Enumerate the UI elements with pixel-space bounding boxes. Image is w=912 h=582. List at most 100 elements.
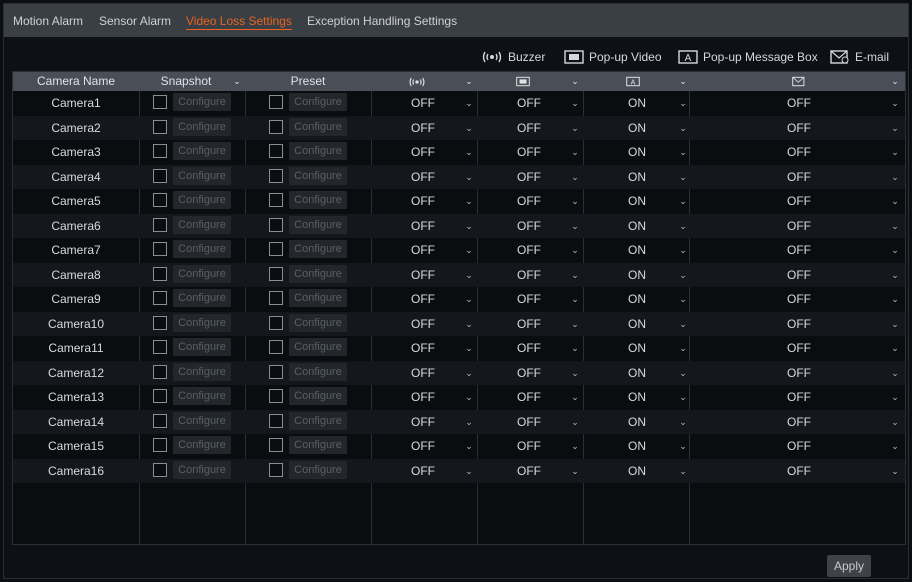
popup-message-header-dropdown-icon[interactable]: ⌄ — [677, 72, 689, 91]
snapshot-checkbox[interactable] — [153, 266, 167, 281]
chevron-down-icon[interactable]: ⌄ — [677, 434, 689, 458]
buzzer-select[interactable]: OFF — [403, 140, 443, 164]
snapshot-configure-button[interactable]: Configure — [173, 215, 231, 234]
chevron-down-icon[interactable]: ⌄ — [569, 263, 581, 287]
preset-configure-button[interactable]: Configure — [289, 117, 347, 136]
chevron-down-icon[interactable]: ⌄ — [889, 312, 901, 336]
snapshot-checkbox[interactable] — [153, 462, 167, 477]
chevron-down-icon[interactable]: ⌄ — [889, 361, 901, 385]
tab-exception-handling[interactable]: Exception Handling Settings — [307, 14, 457, 28]
buzzer-select[interactable]: OFF — [403, 459, 443, 483]
popup-message-select[interactable]: ON — [617, 165, 657, 189]
snapshot-checkbox[interactable] — [153, 413, 167, 428]
chevron-down-icon[interactable]: ⌄ — [569, 91, 581, 115]
email-select[interactable]: OFF — [777, 312, 821, 336]
email-header-dropdown-icon[interactable]: ⌄ — [889, 72, 901, 91]
preset-checkbox[interactable] — [269, 389, 283, 403]
snapshot-checkbox[interactable] — [153, 242, 167, 256]
preset-configure-button[interactable]: Configure — [289, 313, 347, 332]
preset-checkbox[interactable] — [269, 266, 283, 281]
snapshot-configure-button[interactable]: Configure — [173, 387, 231, 405]
chevron-down-icon[interactable]: ⌄ — [569, 361, 581, 385]
chevron-down-icon[interactable]: ⌄ — [677, 116, 689, 140]
popup-message-select[interactable]: ON — [617, 410, 657, 434]
buzzer-select[interactable]: OFF — [403, 263, 443, 287]
popup-message-select[interactable]: ON — [617, 238, 657, 262]
preset-configure-button[interactable]: Configure — [289, 264, 347, 283]
buzzer-select[interactable]: OFF — [403, 287, 443, 311]
preset-checkbox[interactable] — [269, 168, 283, 183]
chevron-down-icon[interactable]: ⌄ — [677, 263, 689, 287]
preset-configure-button[interactable]: Configure — [289, 142, 347, 160]
chevron-down-icon[interactable]: ⌄ — [889, 165, 901, 189]
chevron-down-icon[interactable]: ⌄ — [889, 238, 901, 262]
buzzer-header-dropdown-icon[interactable]: ⌄ — [463, 72, 475, 91]
preset-configure-button[interactable]: Configure — [289, 289, 347, 307]
snapshot-checkbox[interactable] — [153, 389, 167, 403]
snapshot-checkbox[interactable] — [153, 144, 167, 158]
popup-video-select[interactable]: OFF — [509, 263, 549, 287]
popup-video-select[interactable]: OFF — [509, 336, 549, 360]
buzzer-select[interactable]: OFF — [403, 336, 443, 360]
popup-video-select[interactable]: OFF — [509, 116, 549, 140]
snapshot-checkbox[interactable] — [153, 340, 167, 354]
chevron-down-icon[interactable]: ⌄ — [463, 116, 475, 140]
popup-message-select[interactable]: ON — [617, 116, 657, 140]
chevron-down-icon[interactable]: ⌄ — [677, 385, 689, 409]
preset-configure-button[interactable]: Configure — [289, 191, 347, 209]
email-select[interactable]: OFF — [777, 410, 821, 434]
snapshot-configure-button[interactable]: Configure — [173, 117, 231, 136]
preset-checkbox[interactable] — [269, 413, 283, 428]
popup-video-select[interactable]: OFF — [509, 214, 549, 238]
tab-video-loss-settings[interactable]: Video Loss Settings — [186, 14, 292, 30]
email-select[interactable]: OFF — [777, 91, 821, 115]
popup-video-select[interactable]: OFF — [509, 238, 549, 262]
snapshot-checkbox[interactable] — [153, 217, 167, 232]
preset-checkbox[interactable] — [269, 340, 283, 354]
chevron-down-icon[interactable]: ⌄ — [677, 410, 689, 434]
snapshot-configure-button[interactable]: Configure — [173, 93, 231, 111]
chevron-down-icon[interactable]: ⌄ — [677, 361, 689, 385]
popup-message-select[interactable]: ON — [617, 312, 657, 336]
chevron-down-icon[interactable]: ⌄ — [677, 312, 689, 336]
chevron-down-icon[interactable]: ⌄ — [677, 189, 689, 213]
preset-checkbox[interactable] — [269, 462, 283, 477]
snapshot-configure-button[interactable]: Configure — [173, 362, 231, 381]
popup-message-select[interactable]: ON — [617, 459, 657, 483]
snapshot-dropdown-icon[interactable]: ⌄ — [231, 72, 243, 91]
snapshot-configure-button[interactable]: Configure — [173, 264, 231, 283]
popup-video-select[interactable]: OFF — [509, 165, 549, 189]
chevron-down-icon[interactable]: ⌄ — [889, 116, 901, 140]
chevron-down-icon[interactable]: ⌄ — [677, 214, 689, 238]
chevron-down-icon[interactable]: ⌄ — [569, 312, 581, 336]
email-select[interactable]: OFF — [777, 361, 821, 385]
chevron-down-icon[interactable]: ⌄ — [889, 140, 901, 164]
snapshot-configure-button[interactable]: Configure — [173, 460, 231, 479]
preset-configure-button[interactable]: Configure — [289, 387, 347, 405]
chevron-down-icon[interactable]: ⌄ — [463, 165, 475, 189]
snapshot-checkbox[interactable] — [153, 119, 167, 134]
buzzer-select[interactable]: OFF — [403, 434, 443, 458]
snapshot-configure-button[interactable]: Configure — [173, 289, 231, 307]
chevron-down-icon[interactable]: ⌄ — [569, 459, 581, 483]
preset-configure-button[interactable]: Configure — [289, 215, 347, 234]
chevron-down-icon[interactable]: ⌄ — [463, 189, 475, 213]
chevron-down-icon[interactable]: ⌄ — [463, 434, 475, 458]
snapshot-checkbox[interactable] — [153, 168, 167, 183]
chevron-down-icon[interactable]: ⌄ — [569, 238, 581, 262]
popup-video-select[interactable]: OFF — [509, 361, 549, 385]
preset-checkbox[interactable] — [269, 217, 283, 232]
chevron-down-icon[interactable]: ⌄ — [569, 410, 581, 434]
popup-message-select[interactable]: ON — [617, 287, 657, 311]
snapshot-checkbox[interactable] — [153, 315, 167, 330]
popup-video-select[interactable]: OFF — [509, 434, 549, 458]
popup-video-select[interactable]: OFF — [509, 410, 549, 434]
chevron-down-icon[interactable]: ⌄ — [889, 459, 901, 483]
preset-configure-button[interactable]: Configure — [289, 411, 347, 430]
email-select[interactable]: OFF — [777, 214, 821, 238]
snapshot-configure-button[interactable]: Configure — [173, 166, 231, 185]
snapshot-configure-button[interactable]: Configure — [173, 313, 231, 332]
email-select[interactable]: OFF — [777, 385, 821, 409]
chevron-down-icon[interactable]: ⌄ — [463, 214, 475, 238]
preset-checkbox[interactable] — [269, 315, 283, 330]
